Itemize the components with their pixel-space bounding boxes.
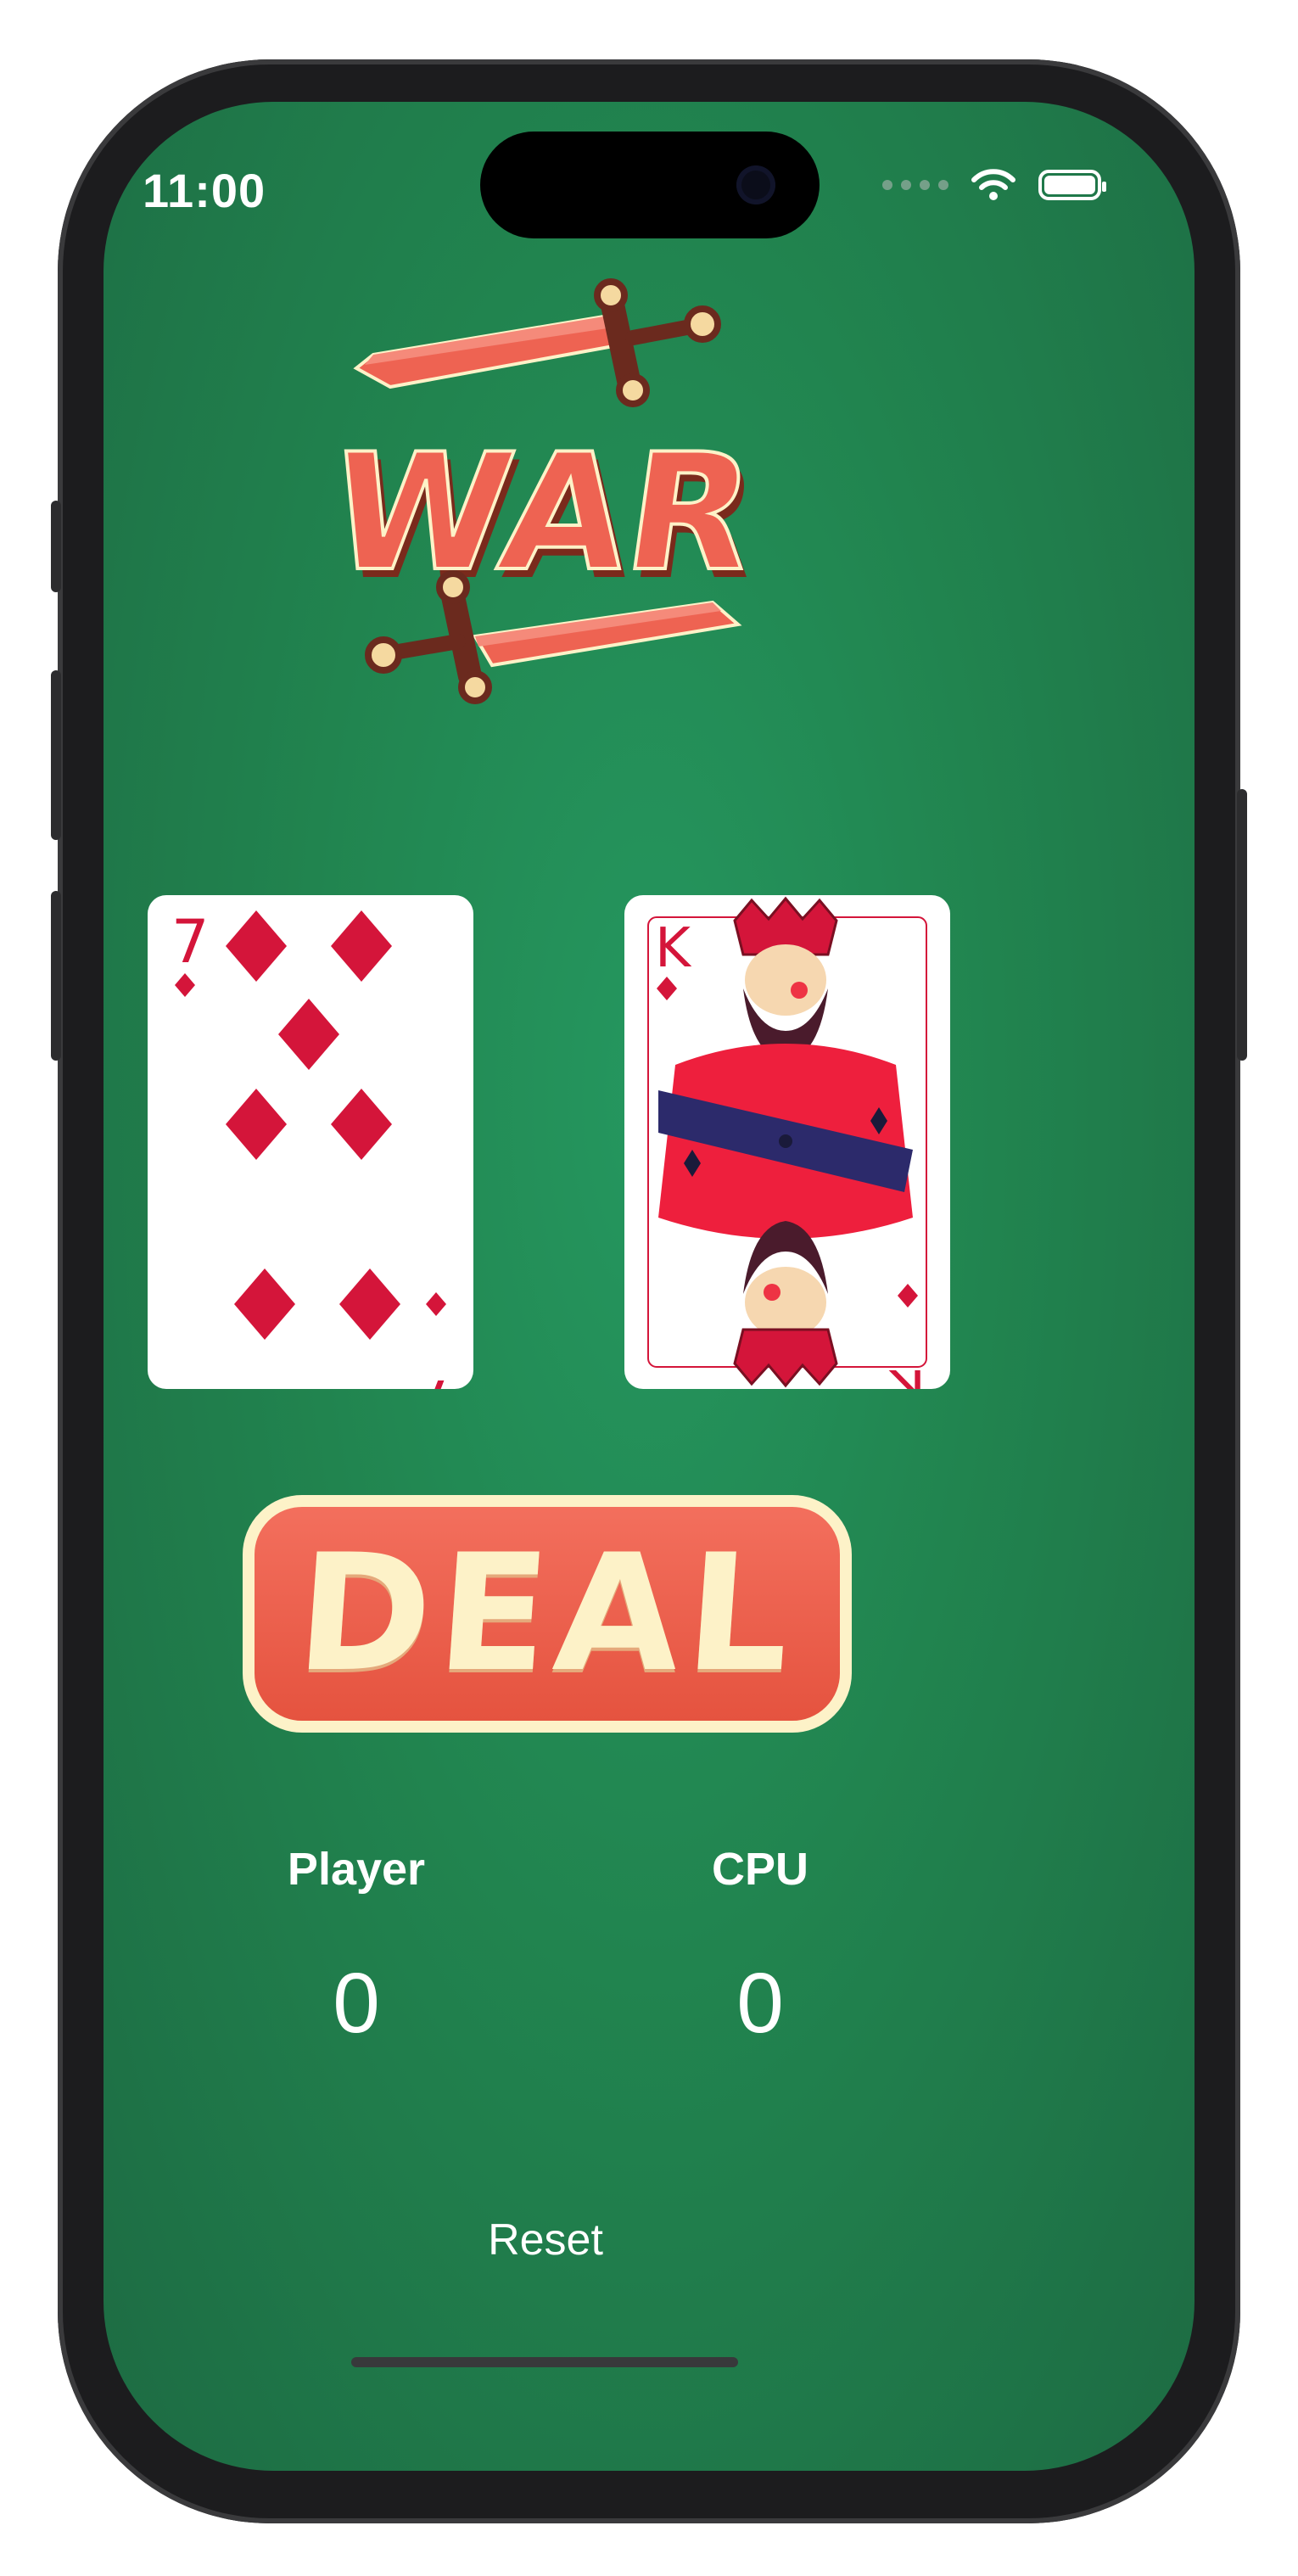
app-screen: 11:00 WAR WAR 7 K K DEAL Player CPU 0 0 … bbox=[104, 102, 1194, 2471]
status-time: 11:00 bbox=[143, 164, 266, 217]
cpu-card-rank: K bbox=[655, 917, 692, 980]
deal-button[interactable]: DEAL bbox=[243, 1495, 852, 1733]
logo-text: WAR bbox=[339, 420, 764, 608]
diamond-pips: 7 bbox=[175, 910, 456, 1389]
player-score-value: 0 bbox=[333, 1956, 380, 2051]
war-logo: WAR WAR bbox=[339, 278, 764, 704]
player-score-label: Player bbox=[287, 1844, 426, 1895]
camera-icon bbox=[736, 165, 775, 204]
power-button bbox=[1237, 789, 1247, 1061]
wifi-icon bbox=[971, 169, 1015, 200]
volume-up-button bbox=[51, 670, 61, 840]
home-indicator[interactable] bbox=[351, 2357, 738, 2367]
battery-icon bbox=[1038, 170, 1106, 200]
cpu-score-value: 0 bbox=[736, 1956, 784, 2051]
signal-icon bbox=[882, 180, 948, 190]
cpu-card: K K bbox=[624, 895, 950, 1389]
action-button bbox=[51, 501, 61, 592]
player-card: 7 7 bbox=[148, 895, 473, 1389]
king-face-art: K K bbox=[647, 896, 927, 1389]
dynamic-island bbox=[480, 132, 820, 238]
status-icons bbox=[882, 168, 1106, 202]
cpu-score-label: CPU bbox=[711, 1844, 808, 1895]
deal-button-label: DEAL bbox=[291, 1520, 803, 1707]
player-card-rank-bottom: 7 bbox=[417, 1366, 456, 1389]
reset-button[interactable]: Reset bbox=[461, 2215, 630, 2265]
volume-down-button bbox=[51, 891, 61, 1061]
cpu-card-rank-bottom: K bbox=[888, 1357, 926, 1389]
sword-top-icon bbox=[353, 278, 721, 407]
